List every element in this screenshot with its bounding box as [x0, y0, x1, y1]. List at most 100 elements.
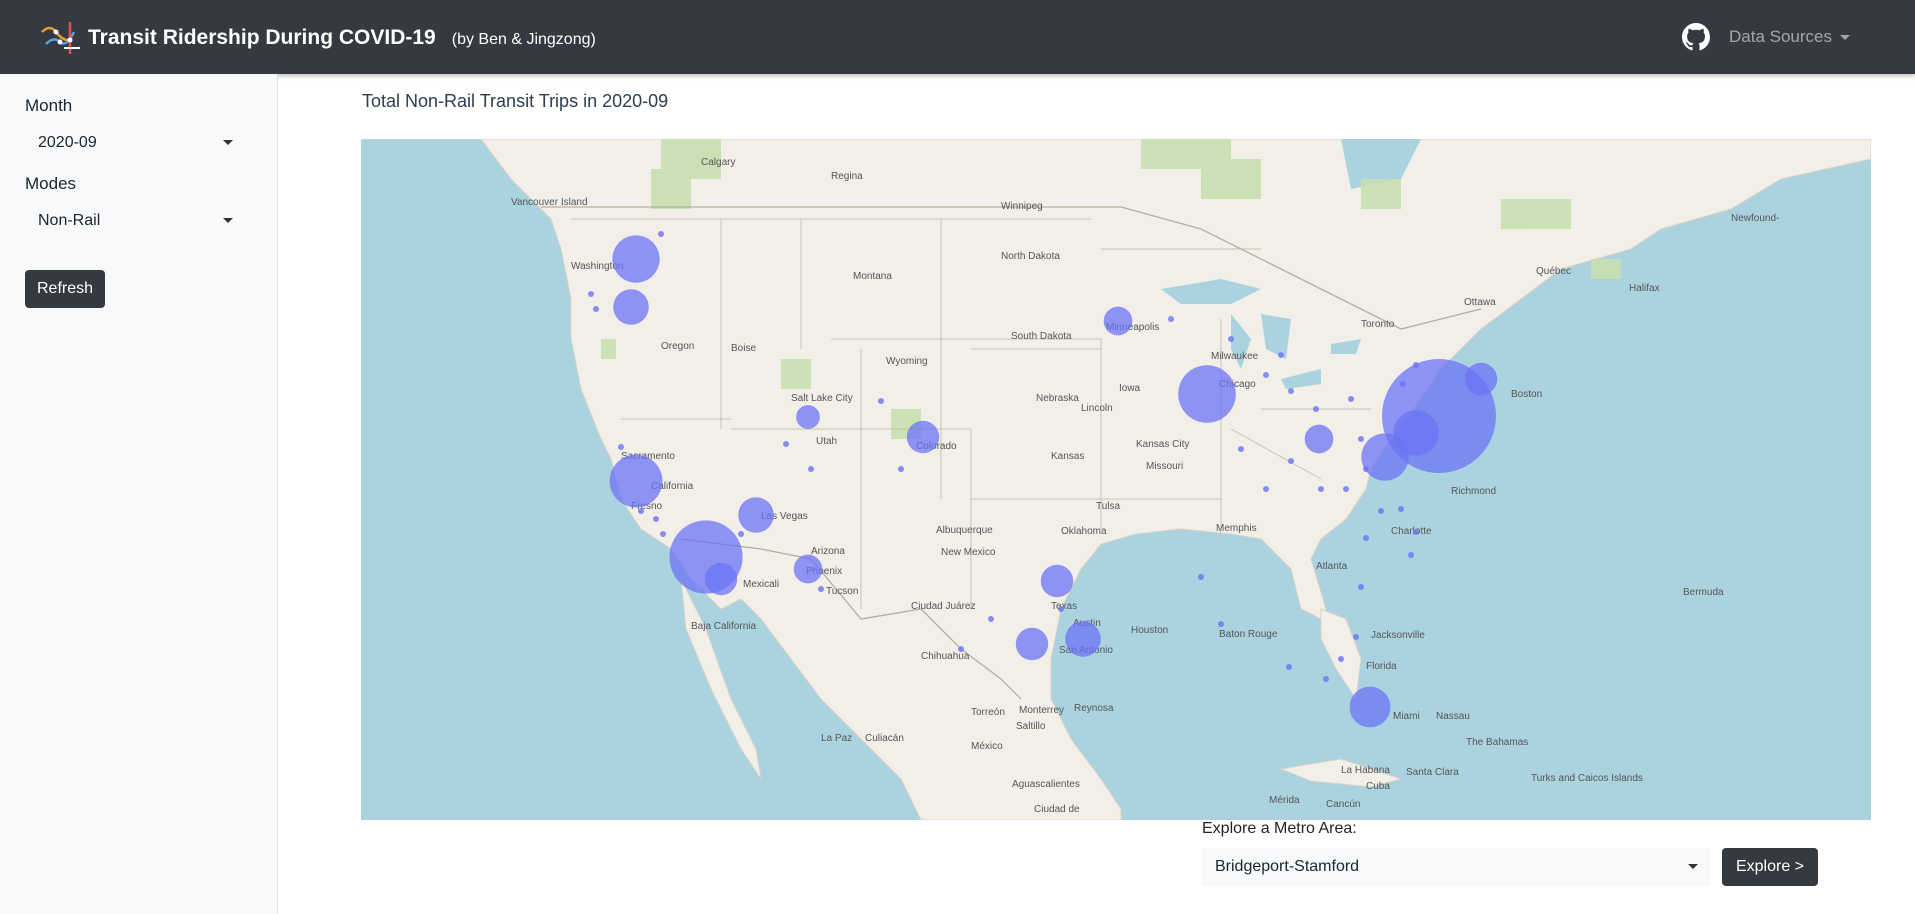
app-title: Transit Ridership During COVID-19	[88, 26, 436, 49]
metro-bubble-small[interactable]	[1058, 606, 1064, 612]
metro-bubble[interactable]	[906, 420, 940, 454]
metro-bubble-small[interactable]	[1318, 486, 1324, 492]
metro-bubble-small[interactable]	[1288, 388, 1294, 394]
month-select[interactable]: 2020-09	[25, 126, 241, 160]
metro-bubble-small[interactable]	[660, 531, 666, 537]
metro-bubble-small[interactable]	[1413, 529, 1419, 535]
map-place-label: Nebraska	[1036, 393, 1079, 404]
metro-bubble-small[interactable]	[1278, 352, 1284, 358]
metro-bubble-small[interactable]	[1378, 508, 1384, 514]
map-place-label: Texas	[1051, 601, 1077, 612]
metro-bubble-small[interactable]	[1238, 446, 1244, 452]
metro-bubble-small[interactable]	[1358, 436, 1364, 442]
map-place-label: Charlotte	[1391, 526, 1432, 537]
map-place-label: Miami	[1393, 711, 1420, 722]
map-place-label: Boston	[1511, 389, 1542, 400]
metro-bubble-small[interactable]	[593, 306, 599, 312]
metro-bubble[interactable]	[1464, 362, 1498, 396]
metro-bubble[interactable]	[796, 405, 820, 429]
brand[interactable]: Transit Ridership During COVID-19 (by Be…	[40, 18, 596, 58]
map-place-label: Ciudad de	[1034, 804, 1080, 815]
metro-bubble-small[interactable]	[1400, 381, 1406, 387]
metro-bubble-small[interactable]	[1313, 406, 1319, 412]
navbar: Transit Ridership During COVID-19 (by Be…	[0, 0, 1915, 74]
map-place-label: Albuquerque	[936, 525, 993, 536]
metro-bubble-small[interactable]	[653, 516, 659, 522]
map-place-label: Santa Clara	[1406, 767, 1459, 778]
metro-bubble-small[interactable]	[1288, 458, 1294, 464]
metro-bubble-small[interactable]	[988, 616, 994, 622]
metro-bubble-small[interactable]	[1408, 552, 1414, 558]
map-place-label: La Paz	[821, 733, 852, 744]
github-icon[interactable]	[1682, 23, 1710, 51]
map-place-label: La Habana	[1341, 765, 1390, 776]
map-place-label: Florida	[1366, 661, 1397, 672]
metro-bubble[interactable]	[738, 497, 774, 533]
map-place-label: Reynosa	[1074, 703, 1114, 714]
metro-bubble-small[interactable]	[818, 586, 824, 592]
metro-bubble[interactable]	[1015, 627, 1049, 661]
metro-bubble-small[interactable]	[588, 291, 594, 297]
metro-bubble-small[interactable]	[1398, 506, 1404, 512]
map-place-label: Baton Rouge	[1219, 629, 1278, 640]
map-place-label: Oregon	[661, 341, 694, 352]
map-place-label: Aguascalientes	[1012, 779, 1080, 790]
metro-bubble-small[interactable]	[658, 231, 664, 237]
metro-bubble-small[interactable]	[1198, 574, 1204, 580]
map-place-label: Newfound-	[1731, 213, 1779, 224]
metro-bubble[interactable]	[1065, 621, 1101, 657]
metro-bubble-small[interactable]	[1323, 676, 1329, 682]
sidebar: Month 2020-09 Modes Non-Rail Refresh	[0, 74, 278, 914]
metro-bubble-small[interactable]	[1363, 466, 1369, 472]
metro-bubble-small[interactable]	[1358, 584, 1364, 590]
metro-bubble[interactable]	[1103, 306, 1133, 336]
metro-bubble[interactable]	[609, 454, 663, 508]
metro-bubble-small[interactable]	[1263, 486, 1269, 492]
metro-bubble-small[interactable]	[783, 441, 789, 447]
modes-select[interactable]: Non-Rail	[25, 204, 241, 238]
map-place-label: Ciudad Juárez	[911, 601, 975, 612]
metro-bubble-small[interactable]	[808, 466, 814, 472]
ridership-map[interactable]: Calgary Regina Winnipeg Vancouver Island Was…	[361, 139, 1871, 820]
metro-bubble-small[interactable]	[1218, 621, 1224, 627]
metro-bubble[interactable]	[1361, 433, 1409, 481]
metro-bubble-small[interactable]	[1228, 336, 1234, 342]
metro-bubble-small[interactable]	[1263, 372, 1269, 378]
metro-bubble-small[interactable]	[1338, 656, 1344, 662]
map-place-label: Richmond	[1451, 486, 1496, 497]
metro-bubble[interactable]	[1178, 365, 1236, 423]
metro-bubble-small[interactable]	[1413, 362, 1419, 368]
metro-bubble[interactable]	[1040, 564, 1074, 598]
metro-bubble[interactable]	[793, 554, 823, 584]
map-place-label: Kansas	[1051, 451, 1084, 462]
metro-bubble-small[interactable]	[1168, 316, 1174, 322]
modes-value: Non-Rail	[38, 212, 101, 229]
metro-bubble-small[interactable]	[1343, 486, 1349, 492]
map-place-label: Mérida	[1269, 795, 1300, 806]
map-place-label: Kansas City	[1136, 439, 1189, 450]
metro-bubble-small[interactable]	[958, 646, 964, 652]
metro-bubble-small[interactable]	[738, 531, 744, 537]
metro-bubble-small[interactable]	[1348, 396, 1354, 402]
metro-area-select[interactable]: Bridgeport-Stamford	[1202, 848, 1710, 886]
metro-bubble[interactable]	[1349, 686, 1391, 728]
metro-bubble[interactable]	[612, 235, 660, 283]
metro-bubble[interactable]	[704, 562, 738, 596]
metro-bubble-small[interactable]	[898, 466, 904, 472]
map-place-label: Iowa	[1119, 383, 1141, 394]
metro-bubble[interactable]	[613, 289, 649, 325]
metro-bubble-small[interactable]	[1363, 535, 1369, 541]
metro-bubble-small[interactable]	[618, 444, 624, 450]
refresh-button[interactable]: Refresh	[25, 270, 105, 308]
metro-bubble-small[interactable]	[878, 398, 884, 404]
map-place-label: Chihuahua	[921, 651, 970, 662]
data-sources-dropdown[interactable]: Data Sources	[1729, 27, 1850, 47]
metro-bubble-small[interactable]	[1353, 634, 1359, 640]
map-place-label: Cancún	[1326, 799, 1360, 810]
metro-bubble-small[interactable]	[1286, 664, 1292, 670]
transit-logo-icon	[41, 22, 80, 54]
metro-bubble-small[interactable]	[638, 508, 644, 514]
explore-button[interactable]: Explore >	[1722, 848, 1818, 886]
metro-bubble[interactable]	[1304, 424, 1334, 454]
chevron-down-icon	[1688, 864, 1698, 869]
